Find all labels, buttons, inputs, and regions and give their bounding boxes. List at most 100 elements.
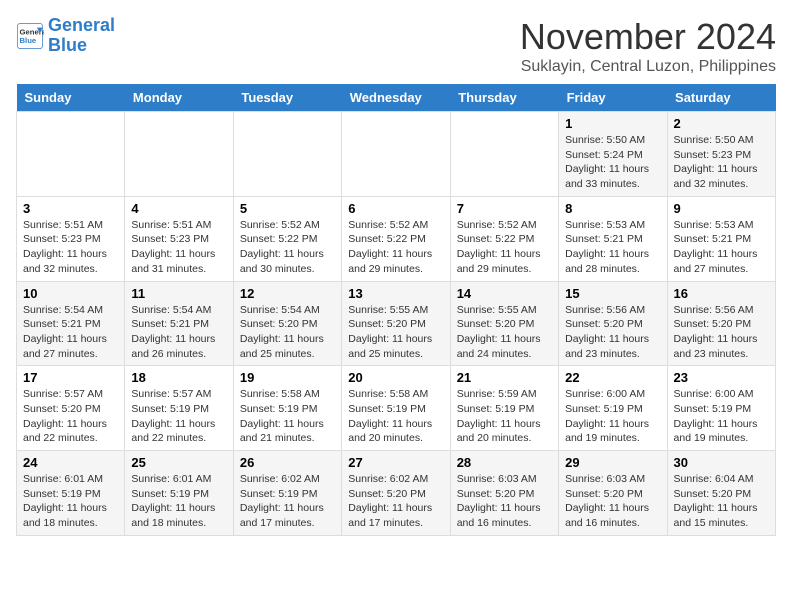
calendar-cell: 6 Sunrise: 5:52 AM Sunset: 5:22 PM Daylig… [342,196,450,281]
day-info: Sunrise: 5:50 AM Sunset: 5:24 PM Dayligh… [565,133,660,192]
day-info: Sunrise: 6:02 AM Sunset: 5:20 PM Dayligh… [348,472,443,531]
week-row-3: 10 Sunrise: 5:54 AM Sunset: 5:21 PM Dayli… [17,281,776,366]
calendar-cell: 14 Sunrise: 5:55 AM Sunset: 5:20 PM Dayli… [450,281,558,366]
day-number: 22 [565,370,660,385]
day-info: Sunrise: 5:57 AM Sunset: 5:20 PM Dayligh… [23,387,118,446]
calendar-cell: 12 Sunrise: 5:54 AM Sunset: 5:20 PM Dayli… [233,281,341,366]
calendar-cell: 15Sunrise: 5:56 AM Sunset: 5:20 PM Dayli… [559,281,667,366]
calendar-cell: 5 Sunrise: 5:52 AM Sunset: 5:22 PM Daylig… [233,196,341,281]
calendar-cell: 27 Sunrise: 6:02 AM Sunset: 5:20 PM Dayli… [342,451,450,536]
calendar-cell: 22Sunrise: 6:00 AM Sunset: 5:19 PM Dayli… [559,366,667,451]
day-info: Sunrise: 6:01 AM Sunset: 5:19 PM Dayligh… [23,472,118,531]
day-number: 5 [240,201,335,216]
day-info: Sunrise: 6:04 AM Sunset: 5:20 PM Dayligh… [674,472,769,531]
day-info: Sunrise: 6:02 AM Sunset: 5:19 PM Dayligh… [240,472,335,531]
calendar-cell: 11 Sunrise: 5:54 AM Sunset: 5:21 PM Dayli… [125,281,233,366]
calendar-cell: 18 Sunrise: 5:57 AM Sunset: 5:19 PM Dayli… [125,366,233,451]
day-number: 6 [348,201,443,216]
day-info: Sunrise: 5:52 AM Sunset: 5:22 PM Dayligh… [240,218,335,277]
calendar-cell: 25 Sunrise: 6:01 AM Sunset: 5:19 PM Dayli… [125,451,233,536]
day-number: 8 [565,201,660,216]
day-number: 10 [23,286,118,301]
day-header-friday: Friday [559,84,667,112]
day-number: 27 [348,455,443,470]
calendar-cell: 30 Sunrise: 6:04 AM Sunset: 5:20 PM Dayli… [667,451,775,536]
calendar-cell [17,112,125,197]
day-header-saturday: Saturday [667,84,775,112]
day-info: Sunrise: 5:50 AM Sunset: 5:23 PM Dayligh… [674,133,769,192]
day-number: 30 [674,455,769,470]
day-number: 2 [674,116,769,131]
day-number: 1 [565,116,660,131]
day-info: Sunrise: 6:03 AM Sunset: 5:20 PM Dayligh… [565,472,660,531]
day-info: Sunrise: 5:51 AM Sunset: 5:23 PM Dayligh… [23,218,118,277]
day-number: 18 [131,370,226,385]
day-header-sunday: Sunday [17,84,125,112]
day-number: 9 [674,201,769,216]
logo: General Blue General Blue [16,16,115,56]
calendar-cell: 20Sunrise: 5:58 AM Sunset: 5:19 PM Dayli… [342,366,450,451]
day-info: Sunrise: 5:57 AM Sunset: 5:19 PM Dayligh… [131,387,226,446]
week-row-4: 17 Sunrise: 5:57 AM Sunset: 5:20 PM Dayli… [17,366,776,451]
day-header-thursday: Thursday [450,84,558,112]
day-info: Sunrise: 5:55 AM Sunset: 5:20 PM Dayligh… [457,303,552,362]
calendar-cell [125,112,233,197]
calendar-cell [450,112,558,197]
title-area: November 2024 Suklayin, Central Luzon, P… [520,16,776,76]
location: Suklayin, Central Luzon, Philippines [520,58,776,76]
calendar-cell: 29 Sunrise: 6:03 AM Sunset: 5:20 PM Dayli… [559,451,667,536]
calendar-cell [233,112,341,197]
day-number: 28 [457,455,552,470]
day-number: 17 [23,370,118,385]
calendar-cell: 10Sunrise: 5:54 AM Sunset: 5:21 PM Dayli… [17,281,125,366]
day-number: 15 [565,286,660,301]
day-info: Sunrise: 5:54 AM Sunset: 5:21 PM Dayligh… [131,303,226,362]
day-number: 3 [23,201,118,216]
page-header: General Blue General Blue November 2024 … [16,16,776,76]
day-info: Sunrise: 6:03 AM Sunset: 5:20 PM Dayligh… [457,472,552,531]
day-info: Sunrise: 5:51 AM Sunset: 5:23 PM Dayligh… [131,218,226,277]
day-number: 11 [131,286,226,301]
day-header-monday: Monday [125,84,233,112]
day-info: Sunrise: 5:53 AM Sunset: 5:21 PM Dayligh… [565,218,660,277]
calendar-cell: 24Sunrise: 6:01 AM Sunset: 5:19 PM Dayli… [17,451,125,536]
logo-line2: Blue [48,35,87,55]
calendar-cell: 2 Sunrise: 5:50 AM Sunset: 5:23 PM Daylig… [667,112,775,197]
logo-icon: General Blue [16,22,44,50]
day-info: Sunrise: 5:52 AM Sunset: 5:22 PM Dayligh… [348,218,443,277]
day-info: Sunrise: 5:53 AM Sunset: 5:21 PM Dayligh… [674,218,769,277]
day-number: 12 [240,286,335,301]
day-number: 25 [131,455,226,470]
calendar-cell: 19 Sunrise: 5:58 AM Sunset: 5:19 PM Dayli… [233,366,341,451]
week-row-2: 3 Sunrise: 5:51 AM Sunset: 5:23 PM Daylig… [17,196,776,281]
day-info: Sunrise: 6:01 AM Sunset: 5:19 PM Dayligh… [131,472,226,531]
day-info: Sunrise: 5:54 AM Sunset: 5:20 PM Dayligh… [240,303,335,362]
calendar-cell: 7Sunrise: 5:52 AM Sunset: 5:22 PM Daylig… [450,196,558,281]
calendar-cell: 4Sunrise: 5:51 AM Sunset: 5:23 PM Daylig… [125,196,233,281]
day-header-wednesday: Wednesday [342,84,450,112]
day-info: Sunrise: 5:58 AM Sunset: 5:19 PM Dayligh… [348,387,443,446]
day-header-tuesday: Tuesday [233,84,341,112]
day-info: Sunrise: 5:58 AM Sunset: 5:19 PM Dayligh… [240,387,335,446]
day-number: 7 [457,201,552,216]
day-number: 13 [348,286,443,301]
calendar-cell: 16Sunrise: 5:56 AM Sunset: 5:20 PM Dayli… [667,281,775,366]
day-number: 29 [565,455,660,470]
day-number: 16 [674,286,769,301]
calendar-cell [342,112,450,197]
day-number: 19 [240,370,335,385]
calendar-cell: 26 Sunrise: 6:02 AM Sunset: 5:19 PM Dayli… [233,451,341,536]
day-number: 23 [674,370,769,385]
calendar-table: SundayMondayTuesdayWednesdayThursdayFrid… [16,84,776,536]
day-number: 14 [457,286,552,301]
logo-line1: General [48,15,115,35]
day-number: 26 [240,455,335,470]
calendar-cell: 23Sunrise: 6:00 AM Sunset: 5:19 PM Dayli… [667,366,775,451]
calendar-cell: 17 Sunrise: 5:57 AM Sunset: 5:20 PM Dayli… [17,366,125,451]
svg-text:Blue: Blue [20,36,37,45]
month-title: November 2024 [520,16,776,58]
day-info: Sunrise: 5:55 AM Sunset: 5:20 PM Dayligh… [348,303,443,362]
calendar-cell: 8 Sunrise: 5:53 AM Sunset: 5:21 PM Daylig… [559,196,667,281]
week-row-5: 24Sunrise: 6:01 AM Sunset: 5:19 PM Dayli… [17,451,776,536]
week-row-1: 1 Sunrise: 5:50 AM Sunset: 5:24 PM Daylig… [17,112,776,197]
